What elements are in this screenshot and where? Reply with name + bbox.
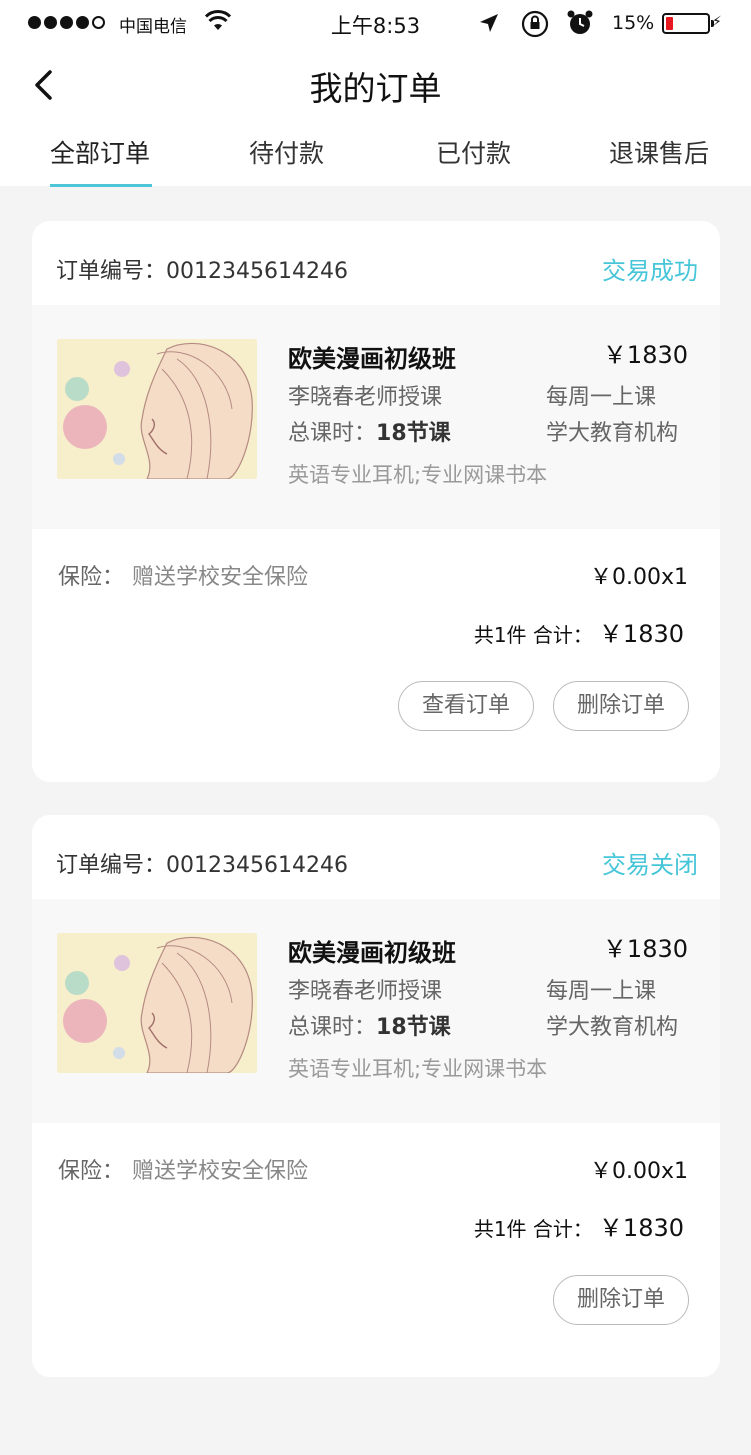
total-label: 共1件 合计： (473, 1217, 593, 1241)
course-frequency: 每周一上课 (546, 385, 657, 410)
course-price: ￥1830 (602, 935, 688, 963)
tab-bar: 全部订单 待付款 已付款 退课售后 (0, 134, 751, 187)
course-frequency: 每周一上课 (546, 979, 657, 1004)
course-price: ￥1830 (602, 341, 688, 369)
order-card: 订单编号：0012345614246 交易成功 欧美漫画初级班 ￥1830 李晓… (32, 221, 720, 782)
total-label: 共1件 合计： (473, 623, 593, 647)
insurance-value: 赠送学校安全保险 (132, 565, 309, 590)
course-thumbnail (57, 339, 257, 479)
course-item[interactable]: 欧美漫画初级班 ￥1830 李晓春老师授课 每周一上课 总课时：18节课 学大教… (32, 899, 720, 1123)
active-tab-indicator (50, 184, 152, 187)
tab-pending-payment[interactable]: 待付款 (249, 134, 324, 170)
insurance-price: ￥0.00x1 (589, 565, 688, 590)
battery-percent: 15% (612, 12, 655, 34)
order-status: 交易关闭 (602, 851, 698, 879)
course-extras: 英语专业耳机;专业网课书本 (288, 463, 548, 487)
insurance-value: 赠送学校安全保险 (132, 1159, 309, 1184)
total-amount: ￥1830 (598, 620, 684, 648)
tab-refund[interactable]: 退课售后 (609, 134, 709, 170)
insurance-price: ￥0.00x1 (589, 1159, 688, 1184)
battery-icon (662, 13, 714, 34)
course-extras: 英语专业耳机;专业网课书本 (288, 1057, 548, 1081)
order-number: 订单编号：0012345614246 (56, 853, 348, 878)
total-amount: ￥1830 (598, 1214, 684, 1242)
course-organization: 学大教育机构 (546, 1015, 679, 1040)
course-name: 欧美漫画初级班 (288, 939, 456, 967)
tab-paid[interactable]: 已付款 (436, 134, 511, 170)
order-status: 交易成功 (602, 257, 698, 285)
course-thumbnail (57, 933, 257, 1073)
course-hours: 总课时：18节课 (288, 421, 451, 446)
order-total: 共1件 合计： ￥1830 (474, 614, 684, 649)
order-card: 订单编号：0012345614246 交易关闭 欧美漫画初级班 ￥1830 李晓… (32, 815, 720, 1377)
course-item[interactable]: 欧美漫画初级班 ￥1830 李晓春老师授课 每周一上课 总课时：18节课 学大教… (32, 305, 720, 529)
order-number: 订单编号：0012345614246 (56, 259, 348, 284)
charging-bolt-icon: ⚡ (712, 14, 722, 30)
course-hours: 总课时：18节课 (288, 1015, 451, 1040)
insurance-label: 保险： (58, 1159, 125, 1184)
insurance-label: 保险： (58, 565, 125, 590)
location-arrow-icon (478, 12, 500, 39)
course-hours-value: 18节课 (376, 1015, 451, 1040)
delete-order-button[interactable]: 删除订单 (553, 1275, 689, 1325)
course-name: 欧美漫画初级班 (288, 345, 456, 373)
tab-all-orders[interactable]: 全部订单 (50, 134, 150, 170)
order-total: 共1件 合计： ￥1830 (474, 1208, 684, 1243)
course-organization: 学大教育机构 (546, 421, 679, 446)
header-area: 中国电信 上午8:53 15% ⚡ 我的订单 全部订单 待付款 已付款 退课售后 (0, 0, 751, 187)
status-bar: 中国电信 上午8:53 15% ⚡ (0, 0, 751, 48)
rotation-lock-icon (520, 9, 550, 44)
view-order-button[interactable]: 查看订单 (398, 681, 534, 731)
page-title: 我的订单 (309, 69, 442, 108)
course-teacher: 李晓春老师授课 (288, 979, 443, 1004)
alarm-icon (566, 9, 594, 42)
course-hours-value: 18节课 (376, 421, 451, 446)
delete-order-button[interactable]: 删除订单 (553, 681, 689, 731)
course-teacher: 李晓春老师授课 (288, 385, 443, 410)
